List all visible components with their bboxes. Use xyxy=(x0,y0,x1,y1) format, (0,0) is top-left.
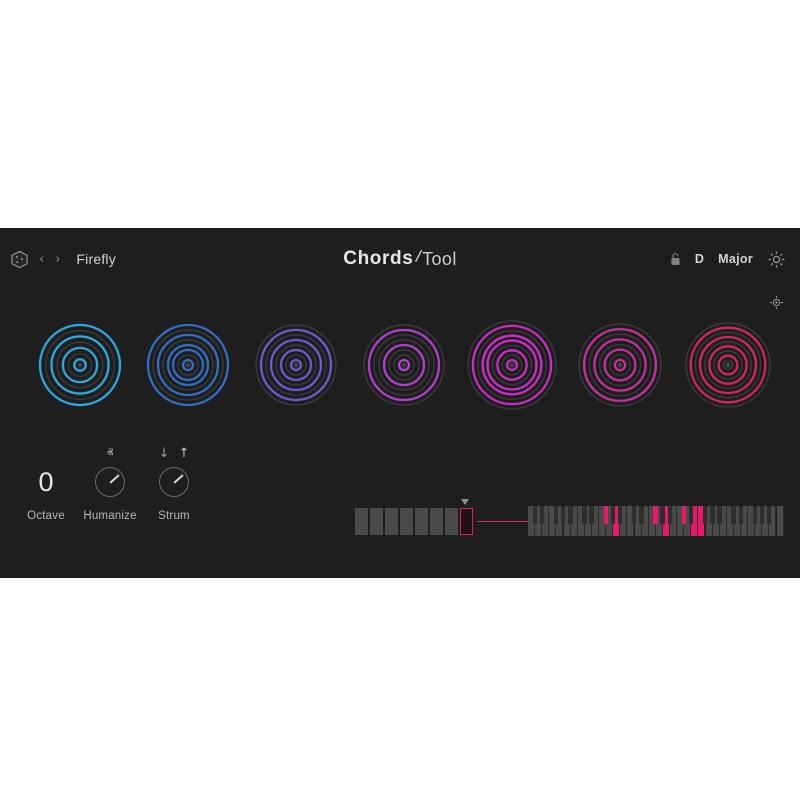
piano-keyboard[interactable] xyxy=(528,506,784,536)
strum-knob[interactable] xyxy=(159,467,189,497)
gear-icon[interactable] xyxy=(767,250,786,269)
plugin-header: ‹ › Firefly Chords / Tool D Major xyxy=(0,228,800,309)
sequencer-step[interactable] xyxy=(445,508,458,535)
lock-icon[interactable] xyxy=(670,252,681,266)
next-preset-button[interactable]: › xyxy=(54,251,61,268)
step-sequencer xyxy=(355,508,473,535)
piano-black-key-active[interactable] xyxy=(653,506,658,524)
piano-black-key[interactable] xyxy=(717,506,722,524)
piano-black-key[interactable] xyxy=(766,506,772,524)
connector-line xyxy=(477,521,528,523)
chord-center-dot xyxy=(617,362,623,368)
chord-center-dot xyxy=(725,362,731,368)
piano-black-key[interactable] xyxy=(731,506,736,524)
piano-black-key[interactable] xyxy=(561,506,566,524)
chord-center-dot xyxy=(293,362,299,368)
brand-bold: Chords xyxy=(343,248,414,269)
chord-center-dot xyxy=(509,362,515,368)
piano-black-key[interactable] xyxy=(532,506,538,524)
piano-black-key[interactable] xyxy=(710,506,715,524)
strum-knob-needle xyxy=(173,474,184,484)
chord-slot-5[interactable] xyxy=(457,300,567,430)
sequencer-step[interactable] xyxy=(370,508,383,535)
chord-slot-2[interactable] xyxy=(133,300,243,430)
prev-preset-button[interactable]: ‹ xyxy=(38,251,45,268)
key-scale-selector[interactable]: Major xyxy=(718,252,753,266)
control-strum-arrows: ↓ ↑ xyxy=(130,438,218,460)
sequencer-step[interactable] xyxy=(400,508,413,535)
control-strum-arrow-2[interactable]: ↑ xyxy=(179,447,190,460)
piano-black-key[interactable] xyxy=(688,506,694,524)
brand-light: Tool xyxy=(422,248,457,269)
octave-value[interactable]: 0 xyxy=(38,468,53,496)
piano-black-key[interactable] xyxy=(589,506,594,524)
piano-black-key[interactable] xyxy=(703,506,708,524)
piano-black-key-active[interactable] xyxy=(681,506,687,524)
piano-black-key[interactable] xyxy=(539,506,545,524)
plugin-panel: ‹ › Firefly Chords / Tool D Major 0 Octa… xyxy=(0,228,800,578)
piano-black-key[interactable] xyxy=(553,506,559,524)
piano-black-key[interactable] xyxy=(582,506,587,524)
play-position-marker xyxy=(461,499,469,505)
humanize-knob[interactable] xyxy=(95,467,125,497)
piano-black-key[interactable] xyxy=(660,506,665,524)
chord-slot-3[interactable] xyxy=(241,300,351,430)
piano-black-key[interactable] xyxy=(759,506,765,524)
control-humanize-arrow-1[interactable]: ⱏ xyxy=(107,447,113,460)
piano-black-key[interactable] xyxy=(568,506,573,524)
sequencer-step-active[interactable] xyxy=(460,508,473,535)
chord-circle-row xyxy=(0,300,800,430)
piano-black-key-active[interactable] xyxy=(603,506,609,524)
humanize-knob-needle xyxy=(109,474,120,484)
preset-name[interactable]: Firefly xyxy=(76,251,116,267)
sequencer-strip xyxy=(0,498,800,546)
brand-separator: / xyxy=(414,246,424,267)
piano-black-key[interactable] xyxy=(639,506,644,524)
header-left-group: ‹ › Firefly xyxy=(10,228,116,290)
piano-black-key[interactable] xyxy=(667,506,672,524)
sequencer-step[interactable] xyxy=(430,508,443,535)
piano-black-key[interactable] xyxy=(632,506,637,524)
chord-slot-7[interactable] xyxy=(673,300,783,430)
chord-slot-6[interactable] xyxy=(565,300,675,430)
chord-center-dot xyxy=(77,362,83,368)
piano-white-key[interactable] xyxy=(776,506,784,536)
sequencer-step[interactable] xyxy=(355,508,368,535)
piano-black-key[interactable] xyxy=(752,506,758,524)
key-root-selector[interactable]: D xyxy=(695,252,704,266)
cube-icon[interactable] xyxy=(10,250,29,269)
control-strum-arrow-1[interactable]: ↓ xyxy=(159,447,170,460)
chord-slot-1[interactable] xyxy=(25,300,135,430)
chord-center-dot xyxy=(185,362,191,368)
piano-black-key[interactable] xyxy=(610,506,616,524)
piano-black-key[interactable] xyxy=(738,506,743,524)
sequencer-step[interactable] xyxy=(385,508,398,535)
sequencer-step[interactable] xyxy=(415,508,428,535)
chord-slot-4[interactable] xyxy=(349,300,459,430)
chord-center-dot xyxy=(401,362,407,368)
piano-black-key[interactable] xyxy=(617,506,623,524)
header-right-group: D Major xyxy=(670,228,786,290)
